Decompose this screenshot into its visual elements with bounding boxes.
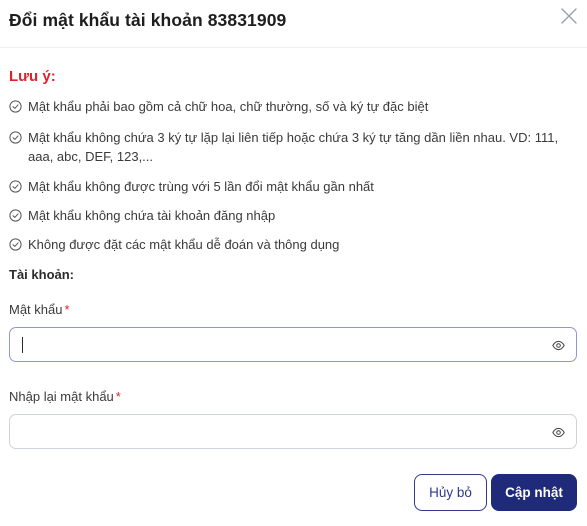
check-circle-icon bbox=[9, 238, 22, 251]
check-circle-icon bbox=[9, 209, 22, 222]
change-password-dialog: Đổi mật khẩu tài khoản 83831909 Lưu ý: M… bbox=[0, 0, 587, 526]
required-mark: * bbox=[115, 389, 121, 404]
rule-text: Mật khẩu không chứa 3 ký tự lặp lại liên… bbox=[28, 130, 559, 164]
text-caret bbox=[22, 337, 23, 353]
rule-item: Mật khẩu không chứa 3 ký tự lặp lại liên… bbox=[9, 128, 581, 166]
rule-item: Mật khẩu không chứa tài khoản đăng nhập bbox=[9, 206, 581, 225]
close-icon[interactable] bbox=[558, 5, 580, 27]
confirm-password-label-text: Nhập lại mật khẩu bbox=[9, 389, 114, 404]
rule-item: Không được đặt các mật khẩu dễ đoán và t… bbox=[9, 235, 581, 254]
dialog-header: Đổi mật khẩu tài khoản 83831909 bbox=[0, 0, 587, 48]
cancel-button[interactable]: Hủy bỏ bbox=[414, 474, 487, 511]
update-button[interactable]: Cập nhật bbox=[491, 474, 577, 511]
rule-text: Không được đặt các mật khẩu dễ đoán và t… bbox=[28, 237, 340, 252]
rule-item: Mật khẩu phải bao gồm cả chữ hoa, chữ th… bbox=[9, 97, 581, 116]
rule-text: Mật khẩu không chứa tài khoản đăng nhập bbox=[28, 208, 276, 223]
confirm-password-field[interactable] bbox=[20, 415, 540, 448]
confirm-password-label: Nhập lại mật khẩu * bbox=[9, 389, 121, 404]
confirm-password-field-wrapper bbox=[9, 414, 577, 449]
rule-text: Mật khẩu phải bao gồm cả chữ hoa, chữ th… bbox=[28, 99, 429, 114]
eye-icon[interactable] bbox=[552, 426, 565, 439]
check-circle-icon bbox=[9, 131, 22, 144]
check-circle-icon bbox=[9, 180, 22, 193]
password-field[interactable] bbox=[20, 328, 540, 361]
password-field-wrapper bbox=[9, 327, 577, 362]
rule-text: Mật khẩu không được trùng với 5 lần đổi … bbox=[28, 179, 374, 194]
eye-icon[interactable] bbox=[552, 339, 565, 352]
account-label: Tài khoản: bbox=[9, 267, 75, 282]
note-title: Lưu ý: bbox=[9, 68, 56, 85]
password-label: Mật khẩu * bbox=[9, 302, 70, 317]
dialog-title: Đổi mật khẩu tài khoản 83831909 bbox=[9, 10, 287, 30]
required-mark: * bbox=[64, 302, 70, 317]
rule-item: Mật khẩu không được trùng với 5 lần đổi … bbox=[9, 177, 581, 196]
check-circle-icon bbox=[9, 100, 22, 113]
password-label-text: Mật khẩu bbox=[9, 302, 63, 317]
